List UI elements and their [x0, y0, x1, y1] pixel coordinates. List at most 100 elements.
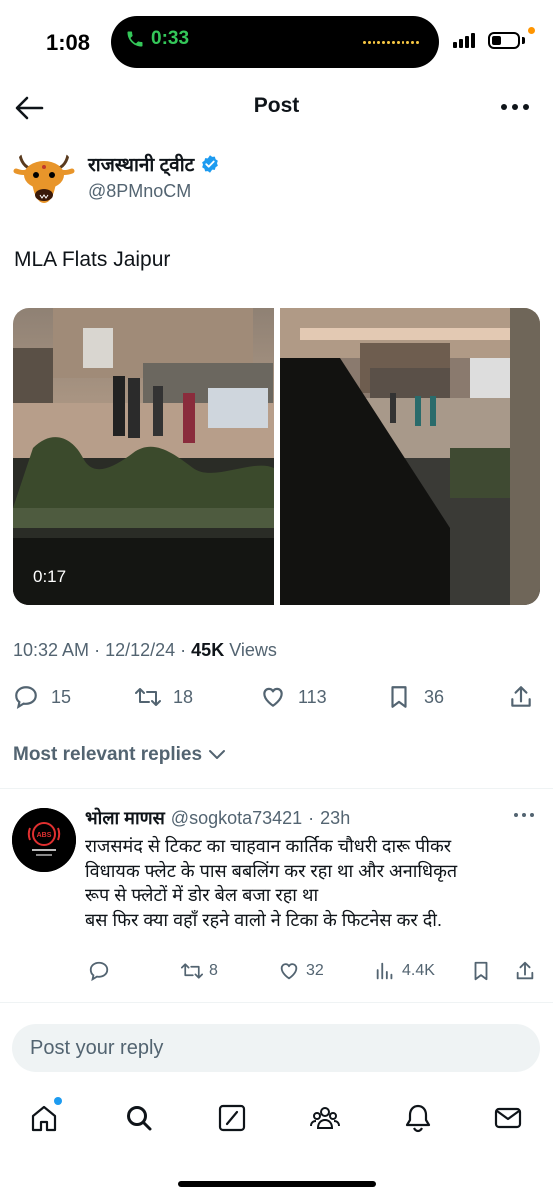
phone-icon — [127, 31, 143, 47]
views-count: 45K — [191, 640, 225, 660]
verified-badge-icon — [202, 155, 219, 173]
nav-messages[interactable] — [492, 1102, 524, 1134]
compose-divider — [0, 1002, 553, 1003]
replies-sort-label: Most relevant replies — [13, 744, 203, 765]
reply-avatar[interactable]: ABS — [12, 808, 76, 872]
reply-separator: · — [308, 808, 315, 828]
reply-comment-button[interactable] — [88, 960, 110, 982]
nav-home[interactable] — [28, 1102, 60, 1134]
reply-bookmark-button[interactable] — [470, 960, 492, 982]
reply-text-line: राजसमंद से टिकट का चाहवान कार्तिक चौधरी … — [85, 836, 452, 856]
heart-icon — [280, 963, 298, 980]
home-notification-dot — [54, 1097, 62, 1105]
nav-notifications[interactable] — [402, 1102, 434, 1134]
battery-tip — [522, 37, 525, 44]
analytics-icon — [376, 962, 393, 980]
repost-button[interactable]: 18 — [135, 684, 193, 710]
comment-icon — [89, 961, 109, 982]
battery-icon — [488, 32, 520, 49]
reply-repost-button[interactable]: 8 — [181, 960, 218, 982]
video-thumbnail-left[interactable]: 0:17 — [13, 308, 274, 605]
svg-text:ABS: ABS — [37, 832, 52, 839]
page-title: Post — [253, 94, 300, 117]
reply-item[interactable]: ABS भोला माणस @sogkota73421 · 23h राजसमंद … — [0, 800, 553, 1000]
video-duration: 0:17 — [33, 567, 67, 586]
reply-text-line: विधायक फ्लेट के पास बबलिंग कर रहा था और … — [85, 860, 458, 881]
call-indicator: 0:33 — [125, 28, 189, 50]
reply-text-line: रूप से फ्लेटों में डोर बेल बजा रहा था — [85, 885, 319, 905]
replies-sort-dropdown[interactable]: Most relevant replies — [13, 744, 226, 766]
notifications-icon — [405, 1104, 431, 1133]
reply-button[interactable]: 15 — [13, 684, 71, 710]
reply-time: 23h — [320, 808, 351, 828]
reply-repost-count: 8 — [209, 962, 218, 979]
tweet-author[interactable]: राजस्थानी ट्वीट @8PMnoCM — [12, 145, 542, 215]
status-time: 1:08 — [46, 30, 91, 55]
reply-author-handle[interactable]: @sogkota73421 — [171, 808, 302, 829]
tweet-meta: 10:32 AM · 12/12/24 · 45K Views — [13, 640, 277, 661]
post-header: Post — [0, 84, 553, 132]
bookmark-icon — [391, 686, 407, 708]
share-icon — [511, 686, 531, 707]
tweet-date: 12/12/24 — [105, 640, 176, 660]
tweet-time: 10:32 AM — [13, 640, 90, 660]
abs-logo-icon: ABS — [12, 808, 76, 872]
like-button[interactable]: 113 — [260, 684, 327, 710]
reply-input[interactable] — [12, 1024, 540, 1072]
repost-icon — [181, 963, 203, 979]
meta-separator: · — [180, 640, 192, 660]
messages-icon — [494, 1107, 522, 1129]
reply-text-line: बस फिर क्या वहाँ रहने वालो ने टिका के फि… — [85, 909, 442, 930]
like-count: 113 — [298, 686, 327, 707]
reply-header: भोला माणस @sogkota73421 · 23h — [85, 806, 350, 830]
reply-share-button[interactable] — [514, 960, 536, 982]
reply-count: 15 — [51, 686, 72, 707]
bottom-navigation — [0, 1090, 553, 1150]
search-icon — [127, 1106, 152, 1131]
comment-icon — [15, 686, 37, 709]
reply-author-name[interactable]: भोला माणस — [85, 806, 165, 830]
status-bar: 1:08 0:33 — [0, 0, 553, 82]
nav-communities[interactable] — [309, 1102, 341, 1134]
reply-like-count: 32 — [306, 962, 324, 979]
tweet-text: MLA Flats Jaipur — [14, 248, 171, 271]
reply-compose-box[interactable] — [12, 1024, 540, 1072]
reply-like-button[interactable]: 32 — [278, 960, 324, 982]
reply-views-count: 4.4K — [402, 962, 435, 979]
bookmark-button[interactable]: 36 — [386, 684, 444, 710]
repost-count: 18 — [173, 686, 194, 707]
chevron-down-icon — [209, 750, 226, 759]
tweet-media[interactable]: 0:17 — [13, 308, 540, 605]
call-timer: 0:33 — [151, 28, 190, 49]
share-icon — [516, 961, 534, 980]
nav-search[interactable] — [123, 1102, 155, 1134]
more-options-icon[interactable] — [499, 96, 531, 118]
share-button[interactable] — [508, 684, 534, 710]
reply-more-options-icon[interactable] — [513, 810, 535, 820]
repost-icon — [135, 688, 161, 706]
video-frame-left — [13, 308, 274, 605]
heart-icon — [263, 687, 283, 707]
video-thumbnail-right[interactable] — [280, 308, 540, 605]
author-name-row: राजस्थानी ट्वीट — [88, 151, 220, 177]
home-indicator — [178, 1181, 376, 1187]
bull-logo-icon — [12, 145, 76, 209]
communities-icon — [310, 1107, 340, 1129]
views-label: Views — [229, 640, 277, 660]
reply-views-button[interactable]: 4.4K — [374, 960, 435, 982]
author-avatar[interactable] — [12, 145, 76, 209]
bookmark-count: 36 — [424, 686, 445, 707]
section-divider — [0, 788, 553, 789]
meta-separator: · — [94, 640, 106, 660]
dynamic-island[interactable]: 0:33 — [111, 16, 439, 68]
cellular-signal-icon — [453, 33, 475, 48]
nav-grok[interactable] — [216, 1102, 248, 1134]
bookmark-icon — [474, 961, 488, 981]
author-handle[interactable]: @8PMnoCM — [88, 181, 191, 202]
video-frame-right — [280, 308, 540, 605]
author-name[interactable]: राजस्थानी ट्वीट — [88, 151, 194, 177]
reply-actions: 8 32 4.4K — [0, 960, 553, 986]
audio-waveform-icon — [363, 38, 419, 46]
reply-text: राजसमंद से टिकट का चाहवान कार्तिक चौधरी … — [85, 834, 545, 932]
tweet-actions: 15 18 113 36 — [0, 684, 553, 716]
